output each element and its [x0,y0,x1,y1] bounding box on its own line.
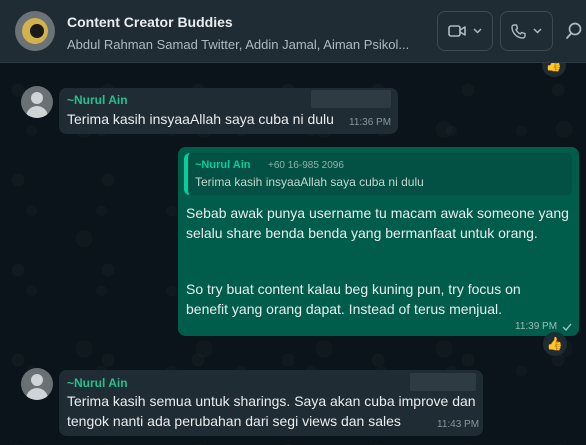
quoted-sender: ~Nurul Ain [195,159,251,171]
message-text-line: Terima kasih semua untuk sharings. Saya … [67,393,476,409]
chat-area[interactable]: 👍 ~Nurul Ain Terima kasih insyaaAllah sa… [0,63,586,445]
video-call-button[interactable] [437,11,493,51]
read-check-icon [562,323,572,331]
video-call-icon [448,25,466,37]
thumbs-up-icon: 👍 [546,336,564,351]
sender-phone-redacted [311,90,391,108]
group-avatar-center [30,24,44,38]
incoming-message[interactable]: ~Nurul Ain Terima kasih insyaaAllah saya… [59,88,398,134]
sender-avatar[interactable] [21,368,53,400]
message-text-line: benefit yang orang dapat. Instead of ter… [186,301,502,317]
sender-name[interactable]: ~Nurul Ain [67,93,128,107]
group-title[interactable]: Content Creator Buddies [67,14,233,30]
sender-phone-redacted [410,373,476,391]
message-text-line: Sebab awak punya username tu macam awak … [186,205,569,221]
quoted-text: Terima kasih insyaaAllah saya cuba ni du… [195,175,424,189]
message-time: 11:36 PM [349,117,392,128]
reaction-badge[interactable]: 👍 [542,63,566,77]
chat-header[interactable]: Content Creator Buddies Abdul Rahman Sam… [0,0,586,63]
reaction-badge[interactable]: 👍 [543,332,567,356]
search-icon[interactable] [565,20,585,42]
message-time: 11:39 PM [515,321,558,332]
message-time: 11:43 PM [437,419,480,430]
thumbs-up-icon: 👍 [545,63,563,72]
message-text-line: tengok nanti ada perubahan dari segi vie… [67,413,401,429]
sender-avatar[interactable] [21,86,53,118]
voice-call-icon [511,23,526,39]
message-text: Terima kasih insyaaAllah saya cuba ni du… [67,111,334,127]
sender-name[interactable]: ~Nurul Ain [67,376,128,390]
chevron-down-icon [533,28,542,34]
voice-call-button[interactable] [500,11,553,51]
message-text-line: selalu share benda benda yang bermanfaat… [186,225,538,241]
quoted-phone: +60 16-985 2096 [268,160,344,171]
chevron-down-icon [473,28,482,34]
message-text-line: So try buat content kalau beg kuning pun… [186,281,521,297]
outgoing-message[interactable]: ~Nurul Ain +60 16-985 2096 Terima kasih … [178,147,579,336]
group-participants[interactable]: Abdul Rahman Samad Twitter, Addin Jamal,… [67,37,429,52]
group-avatar[interactable] [15,11,55,51]
quoted-message[interactable]: ~Nurul Ain +60 16-985 2096 Terima kasih … [184,153,572,195]
incoming-message[interactable]: ~Nurul Ain Terima kasih semua untuk shar… [59,370,483,436]
